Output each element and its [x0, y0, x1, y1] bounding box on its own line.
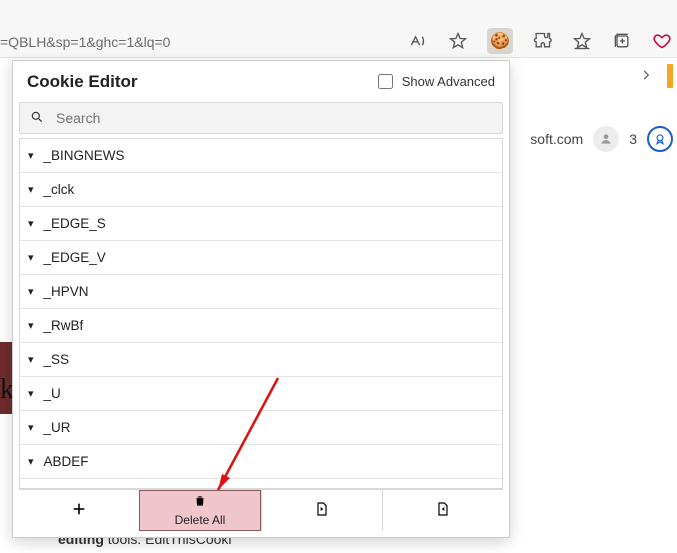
- popup-footer: Delete All: [19, 489, 503, 531]
- toolbar-icons: 🍪: [407, 28, 677, 54]
- collections-icon[interactable]: [611, 30, 633, 52]
- show-advanced-toggle[interactable]: Show Advanced: [374, 71, 495, 92]
- read-aloud-icon[interactable]: [407, 30, 429, 52]
- chevron-down-icon: ▾: [28, 251, 34, 264]
- cookie-name: _BINGNEWS: [44, 148, 125, 163]
- cookie-row[interactable]: ▾ _UR: [20, 411, 502, 445]
- background-host-text: soft.com: [530, 131, 583, 147]
- import-button[interactable]: [261, 490, 382, 531]
- cookie-row[interactable]: ▾ _HPVN: [20, 275, 502, 309]
- browser-toolbar: =QBLH&sp=1&ghc=1&lq=0 🍪: [0, 0, 677, 58]
- background-header-right: soft.com 3: [530, 126, 673, 152]
- cookie-name: _EDGE_S: [44, 216, 106, 231]
- cookie-row[interactable]: ▾ACL: [20, 479, 502, 488]
- export-button[interactable]: [382, 490, 503, 531]
- cookie-row[interactable]: ▾ _EDGE_V: [20, 241, 502, 275]
- cookie-list[interactable]: ▾ _BINGNEWS ▾ _clck ▾ _EDGE_S ▾ _EDGE_V ▾ _HPVN ▾ _…: [20, 139, 502, 488]
- chevron-down-icon: ▾: [28, 183, 34, 196]
- chevron-down-icon: ▾: [28, 421, 34, 434]
- rewards-points: 3: [629, 131, 637, 147]
- cookie-name: _clck: [44, 182, 75, 197]
- show-advanced-label: Show Advanced: [402, 74, 495, 89]
- cookie-row[interactable]: ▾ ABDEF: [20, 445, 502, 479]
- plus-icon: [71, 501, 87, 521]
- cookie-row[interactable]: ▾ _SS: [20, 343, 502, 377]
- chevron-down-icon: ▾: [28, 455, 34, 468]
- heart-icon[interactable]: [651, 30, 673, 52]
- cookie-list-container: ▾ _BINGNEWS ▾ _clck ▾ _EDGE_S ▾ _EDGE_V ▾ _HPVN ▾ _…: [19, 138, 503, 489]
- chevron-down-icon: ▾: [28, 285, 34, 298]
- search-row: [19, 102, 503, 134]
- cookie-name: _EDGE_V: [44, 250, 106, 265]
- cookie-editor-extension-icon[interactable]: 🍪: [487, 28, 513, 54]
- add-cookie-button[interactable]: [19, 490, 139, 531]
- cookie-row[interactable]: ▾ _BINGNEWS: [20, 139, 502, 173]
- popup-title: Cookie Editor: [27, 72, 138, 92]
- search-input[interactable]: [54, 109, 492, 127]
- chevron-down-icon: ▾: [28, 149, 34, 162]
- cookie-row[interactable]: ▾ _clck: [20, 173, 502, 207]
- sidebar-toggle-icon[interactable]: [667, 64, 673, 88]
- popup-header: Cookie Editor Show Advanced: [13, 61, 509, 98]
- extensions-icon[interactable]: [531, 30, 553, 52]
- favorites-icon[interactable]: [571, 30, 593, 52]
- cookie-name: _U: [44, 386, 61, 401]
- cookie-row[interactable]: ▾ _U: [20, 377, 502, 411]
- delete-all-label: Delete All: [175, 513, 226, 527]
- cookie-name: _SS: [44, 352, 70, 367]
- cookie-editor-popup: Cookie Editor Show Advanced ▾ _BINGNEWS ▾ _…: [12, 60, 510, 538]
- import-icon: [314, 501, 330, 521]
- url-fragment: =QBLH&sp=1&ghc=1&lq=0: [0, 34, 170, 50]
- chevron-down-icon: ▾: [28, 217, 34, 230]
- cookie-name: _HPVN: [44, 284, 89, 299]
- cookie-name: _UR: [44, 420, 71, 435]
- cookie-row[interactable]: ▾ _RwBf: [20, 309, 502, 343]
- cookie-row[interactable]: ▾ _EDGE_S: [20, 207, 502, 241]
- search-icon: [30, 110, 44, 127]
- cookie-name: ABDEF: [44, 454, 89, 469]
- trash-icon: [193, 494, 207, 512]
- chevron-down-icon: ▾: [28, 319, 34, 332]
- favorite-star-icon[interactable]: [447, 30, 469, 52]
- profile-avatar-icon[interactable]: [593, 126, 619, 152]
- export-icon: [435, 501, 451, 521]
- delete-all-button[interactable]: Delete All: [139, 490, 261, 531]
- rewards-medal-icon[interactable]: [647, 126, 673, 152]
- show-advanced-checkbox[interactable]: [378, 74, 393, 89]
- chevron-down-icon: ▾: [28, 353, 34, 366]
- chevron-down-icon: ▾: [28, 387, 34, 400]
- cookie-name: _RwBf: [44, 318, 84, 333]
- forward-chevron-icon[interactable]: [639, 66, 653, 87]
